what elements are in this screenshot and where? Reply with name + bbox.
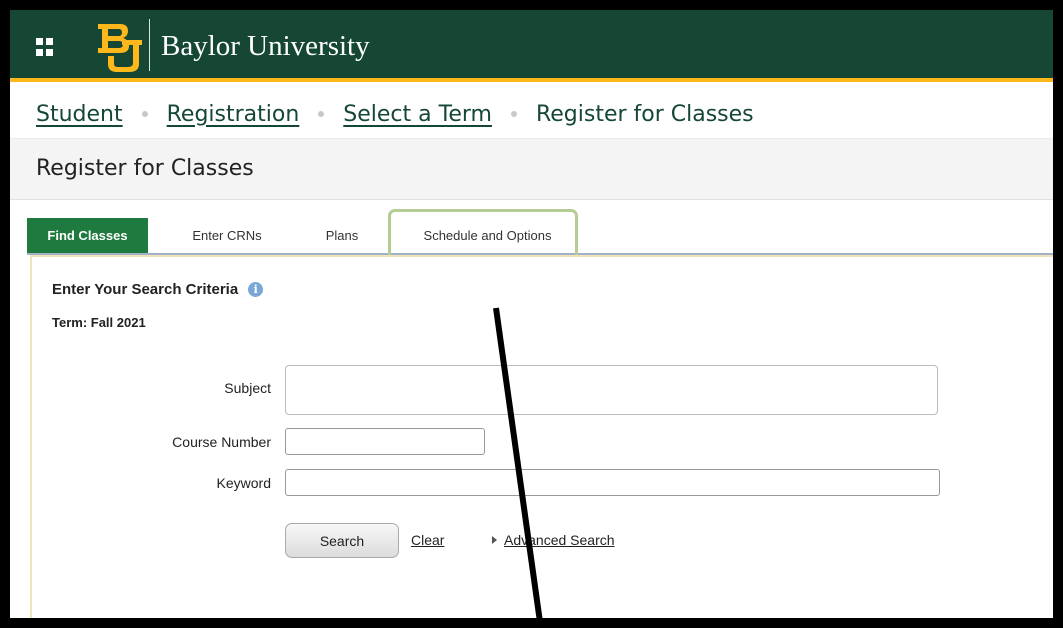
advanced-search-link[interactable]: Advanced Search: [492, 532, 615, 548]
breadcrumb-student[interactable]: Student: [36, 102, 123, 127]
browser-frame: Baylor University Student Registration S…: [10, 10, 1053, 618]
breadcrumb-separator: [318, 111, 325, 117]
tab-find-classes[interactable]: Find Classes: [27, 218, 148, 254]
keyword-label: Keyword: [216, 475, 271, 491]
search-heading-text: Enter Your Search Criteria: [52, 281, 239, 298]
breadcrumb-separator: [510, 111, 517, 117]
term-label: Term: Fall 2021: [52, 315, 146, 330]
tab-enter-crns[interactable]: Enter CRNs: [177, 218, 277, 254]
breadcrumb-current: Register for Classes: [535, 101, 754, 127]
baylor-logo-icon[interactable]: [94, 18, 144, 74]
breadcrumb-separator: [141, 111, 148, 117]
tab-plans[interactable]: Plans: [312, 218, 372, 254]
expand-arrow-icon: [492, 536, 497, 544]
clear-link[interactable]: Clear: [411, 532, 444, 548]
subject-input[interactable]: [285, 365, 938, 415]
info-icon[interactable]: i: [248, 282, 264, 297]
top-header-bar: Baylor University: [10, 10, 1053, 82]
breadcrumb-select-term[interactable]: Select a Term: [343, 102, 492, 127]
breadcrumb: Student Registration Select a Term Regis…: [36, 96, 754, 132]
logo-divider: [149, 19, 150, 71]
tab-bar: Find Classes Enter CRNs Plans Schedule a…: [27, 218, 1053, 254]
search-heading: Enter Your Search Criteria i: [52, 281, 264, 298]
advanced-search-label: Advanced Search: [504, 532, 615, 548]
tab-schedule-options[interactable]: Schedule and Options: [398, 218, 577, 254]
grid-menu-icon[interactable]: [36, 38, 54, 56]
search-button[interactable]: Search: [285, 523, 399, 558]
course-number-input[interactable]: [285, 428, 485, 455]
page-title: Register for Classes: [36, 156, 254, 181]
subject-label: Subject: [224, 380, 271, 396]
course-number-label: Course Number: [172, 434, 271, 450]
breadcrumb-registration[interactable]: Registration: [167, 102, 300, 127]
university-name[interactable]: Baylor University: [161, 28, 370, 64]
keyword-input[interactable]: [285, 469, 940, 496]
